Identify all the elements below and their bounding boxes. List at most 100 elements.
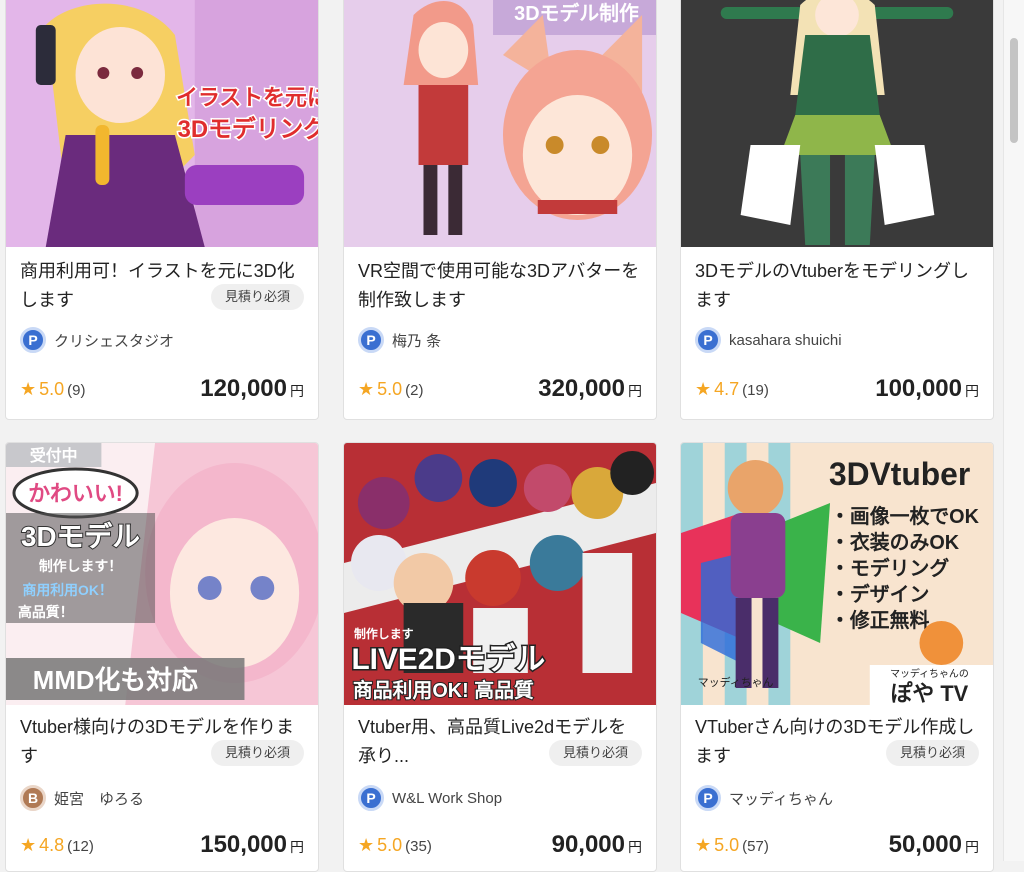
service-title[interactable]: 3DモデルのVtuberをモデリングします [695, 257, 979, 315]
rank-badge-icon: P [358, 327, 384, 353]
star-icon: ★ [358, 379, 375, 399]
price-unit: 円 [290, 839, 304, 855]
service-thumbnail[interactable] [681, 0, 993, 247]
thumbnail-text: ・モデリング [830, 556, 949, 580]
review-count: (12) [67, 838, 94, 855]
thumbnail-text: 3Dモデル [21, 520, 140, 552]
estimate-required-badge: 見積り必須 [548, 740, 642, 766]
price-value: 100,000 [875, 375, 962, 402]
thumbnail-text: 商品利用OK! 高品質 [353, 678, 534, 702]
price-unit: 円 [965, 839, 979, 855]
estimate-required-badge: 見積り必須 [885, 740, 979, 766]
service-card[interactable]: 3DモデルのVtuberをモデリングします P kasahara shuichi… [680, 0, 994, 420]
price-value: 120,000 [200, 375, 287, 402]
service-card[interactable]: イラストを元に 3Dモデリング 商用利用可！イラストを元に3D化します 見積り必… [5, 0, 319, 420]
rating-score: 5.0 [377, 835, 403, 855]
rank-badge-icon: B [20, 785, 46, 811]
thumbnail-art-4: 受付中 かわいい! 3Dモデル 制作します！ 商用利用OK！ 高品質！ MMD化… [6, 443, 318, 705]
thumbnail-art-6: 3DVtuber ・画像一枚でOK ・衣装のみOK ・モデリング ・デザイン ・… [681, 443, 993, 705]
price: 50,000 円 [889, 831, 979, 859]
service-card[interactable]: 3Dモデル制作 VR空間で使用可能な3Dアバターを制作致します P 梅乃 条 ★… [343, 0, 657, 420]
rank-badge-icon: P [20, 327, 46, 353]
rating-score: 4.7 [714, 379, 740, 399]
thumbnail-text: ・画像一枚でOK [830, 504, 980, 528]
review-count: (2) [405, 382, 424, 399]
rating: ★ 5.0 (2) [358, 379, 424, 400]
thumbnail-text: LIVE2Dモデル [351, 642, 545, 676]
star-icon: ★ [358, 835, 375, 855]
thumbnail-art-3 [681, 0, 993, 247]
review-count: (35) [405, 838, 432, 855]
thumbnail-text: 3DVtuber [829, 456, 970, 492]
seller-name[interactable]: マッディちゃん [729, 788, 833, 809]
review-count: (57) [742, 838, 769, 855]
rating: ★ 5.0 (35) [358, 835, 432, 856]
star-icon: ★ [695, 379, 712, 399]
price: 90,000 円 [552, 831, 642, 859]
review-count: (19) [742, 382, 769, 399]
price: 320,000 円 [538, 375, 642, 403]
seller-info[interactable]: B 姫宮 ゆろる [20, 785, 144, 811]
thumbnail-text: 3Dモデル制作 [514, 1, 639, 25]
service-card[interactable]: 受付中 かわいい! 3Dモデル 制作します！ 商用利用OK！ 高品質！ MMD化… [5, 442, 319, 872]
service-grid: イラストを元に 3Dモデリング 商用利用可！イラストを元に3D化します 見積り必… [0, 0, 1004, 872]
thumbnail-text: 3Dモデリング [178, 115, 318, 143]
service-thumbnail[interactable]: 制作します LIVE2Dモデル 商品利用OK! 高品質 [344, 443, 656, 705]
rating: ★ 4.8 (12) [20, 835, 94, 856]
price-unit: 円 [628, 839, 642, 855]
price: 120,000 円 [200, 375, 304, 403]
rating: ★ 4.7 (19) [695, 379, 769, 400]
rank-badge-icon: P [695, 785, 721, 811]
service-card[interactable]: 制作します LIVE2Dモデル 商品利用OK! 高品質 Vtuber用、高品質L… [343, 442, 657, 872]
star-icon: ★ [20, 379, 37, 399]
price-value: 90,000 [551, 831, 625, 858]
service-thumbnail[interactable]: イラストを元に 3Dモデリング [6, 0, 318, 247]
thumbnail-text: MMD化も対応 [33, 665, 198, 695]
seller-info[interactable]: P クリシェスタジオ [20, 327, 174, 353]
estimate-required-badge: 見積り必須 [210, 740, 304, 766]
seller-info[interactable]: P W&L Work Shop [358, 785, 502, 811]
seller-info[interactable]: P kasahara shuichi [695, 327, 842, 353]
thumbnail-art-1: イラストを元に 3Dモデリング [6, 0, 318, 247]
service-thumbnail[interactable]: 3Dモデル制作 [344, 0, 656, 247]
seller-name[interactable]: kasahara shuichi [729, 332, 842, 349]
rating: ★ 5.0 (9) [20, 379, 86, 400]
thumbnail-text: 制作します！ [39, 558, 122, 574]
price-unit: 円 [290, 383, 304, 399]
thumbnail-art-2: 3Dモデル制作 [344, 0, 656, 247]
rating-score: 5.0 [39, 379, 65, 399]
thumbnail-text: イラストを元に [176, 85, 318, 110]
thumbnail-text: ・デザイン [830, 582, 929, 606]
star-icon: ★ [20, 835, 37, 855]
page-scrollbar[interactable] [1003, 0, 1024, 861]
review-count: (9) [67, 382, 86, 399]
price: 100,000 円 [875, 375, 979, 403]
scrollbar-thumb[interactable] [1010, 38, 1018, 143]
seller-info[interactable]: P マッディちゃん [695, 785, 833, 811]
seller-name[interactable]: 姫宮 ゆろる [54, 788, 144, 809]
service-thumbnail[interactable]: 受付中 かわいい! 3Dモデル 制作します！ 商用利用OK！ 高品質！ MMD化… [6, 443, 318, 705]
service-card[interactable]: 3DVtuber ・画像一枚でOK ・衣装のみOK ・モデリング ・デザイン ・… [680, 442, 994, 872]
seller-name[interactable]: 梅乃 条 [392, 330, 441, 351]
thumbnail-text: マッディちゃん [698, 675, 774, 689]
rank-badge-icon: P [695, 327, 721, 353]
thumbnail-text: 受付中 [30, 446, 78, 465]
seller-info[interactable]: P 梅乃 条 [358, 327, 441, 353]
price: 150,000 円 [200, 831, 304, 859]
thumbnail-text: 制作します [354, 626, 414, 641]
service-title[interactable]: VR空間で使用可能な3Dアバターを制作致します [358, 257, 642, 315]
rating-score: 5.0 [377, 379, 403, 399]
estimate-required-badge: 見積り必須 [210, 284, 304, 310]
service-thumbnail[interactable]: 3DVtuber ・画像一枚でOK ・衣装のみOK ・モデリング ・デザイン ・… [681, 443, 993, 705]
thumbnail-text: マッディちゃんの [890, 667, 969, 680]
seller-name[interactable]: W&L Work Shop [392, 790, 502, 807]
thumbnail-art-5: 制作します LIVE2Dモデル 商品利用OK! 高品質 [344, 443, 656, 705]
thumbnail-text: ぽや TV [891, 681, 969, 705]
thumbnail-text: 商用利用OK！ [22, 582, 112, 598]
price-value: 320,000 [538, 375, 625, 402]
thumbnail-text: ・衣装のみOK [830, 530, 960, 554]
price-unit: 円 [965, 383, 979, 399]
seller-name[interactable]: クリシェスタジオ [54, 330, 174, 351]
thumbnail-text: 高品質！ [18, 604, 74, 620]
price-value: 150,000 [200, 831, 287, 858]
